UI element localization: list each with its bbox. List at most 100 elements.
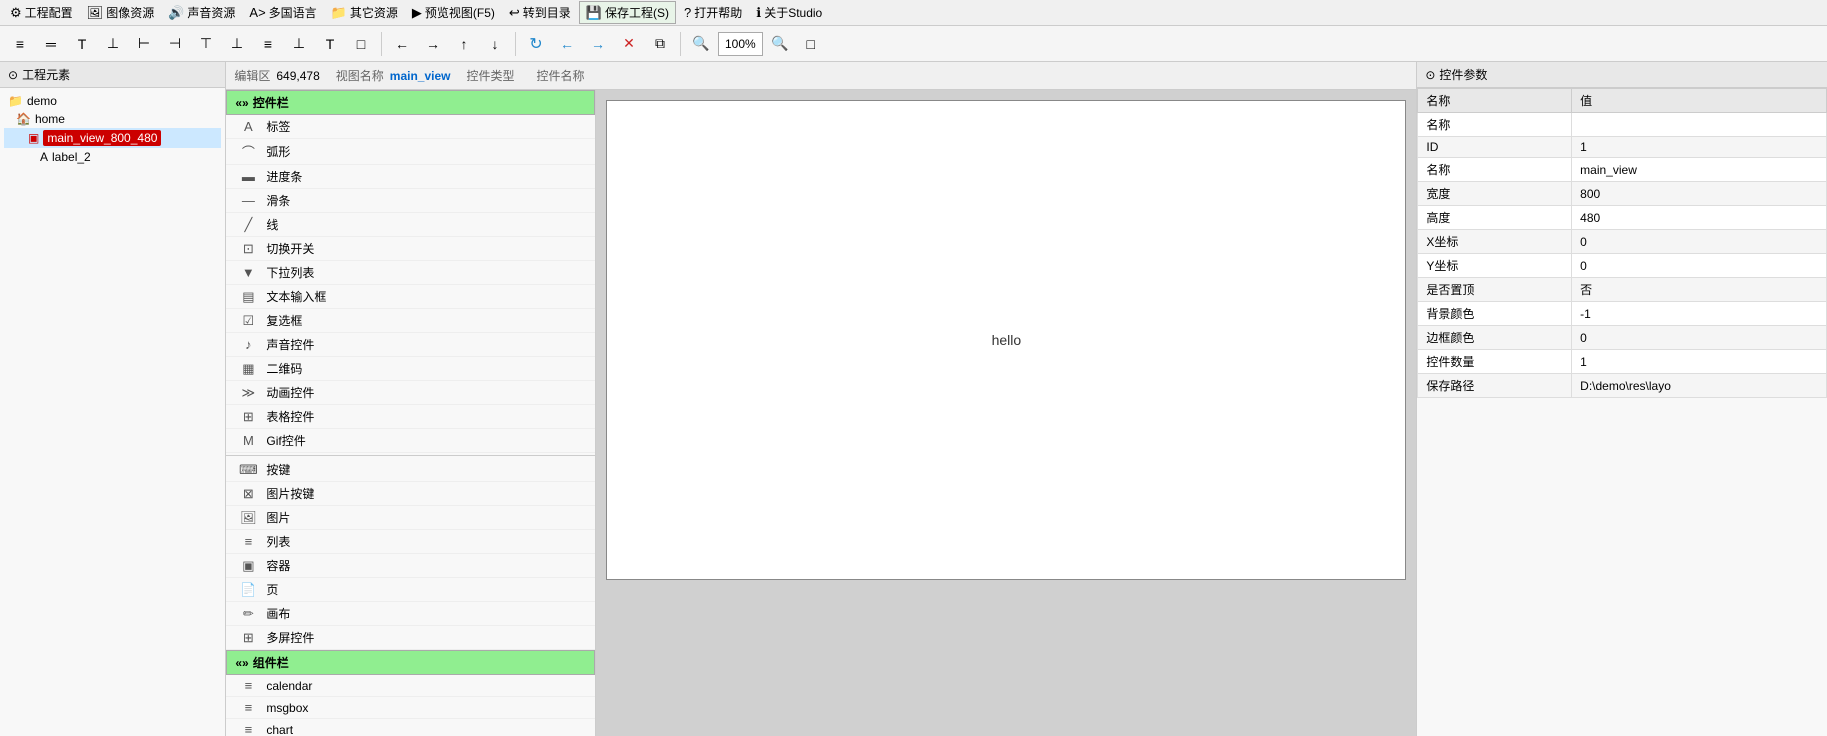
ctrl-table[interactable]: ⊞ 表格控件 bbox=[226, 405, 595, 429]
ctrl-arc[interactable]: ⌒ 弧形 bbox=[226, 139, 595, 165]
prop-value-7[interactable]: 否 bbox=[1572, 278, 1827, 302]
menu-other-resource[interactable]: 📁 其它资源 bbox=[325, 2, 404, 23]
menu-about[interactable]: ℹ 关于Studio bbox=[750, 2, 828, 23]
toolbar-btn-text[interactable]: T bbox=[68, 30, 96, 58]
menu-audio-resource[interactable]: 🔊 声音资源 bbox=[162, 2, 241, 23]
ctrl-button[interactable]: ⌨ 按键 bbox=[226, 458, 595, 482]
toolbar-zoom-percent[interactable]: 100% bbox=[718, 32, 763, 56]
ctrl-slider[interactable]: — 滑条 bbox=[226, 189, 595, 213]
toolbar-btn-hcenter[interactable]: ≡ bbox=[254, 30, 282, 58]
toolbar-btn-left[interactable]: ⊢ bbox=[130, 30, 158, 58]
ctrl-textinput[interactable]: ▤ 文本输入框 bbox=[226, 285, 595, 309]
prop-name-10: 控件数量 bbox=[1418, 350, 1572, 374]
prop-value-2[interactable]: main_view bbox=[1572, 158, 1827, 182]
ctrl-animation[interactable]: ≫ 动画控件 bbox=[226, 381, 595, 405]
menu-preview[interactable]: ▶ 预览视图(F5) bbox=[406, 2, 501, 23]
ctrl-image[interactable]: 🖼 图片 bbox=[226, 506, 595, 530]
menu-goto-toc[interactable]: ↩ 转到目录 bbox=[503, 2, 577, 23]
toolbar-btn-T2[interactable]: T bbox=[316, 30, 344, 58]
comp-calendar[interactable]: ≡ calendar bbox=[226, 675, 595, 697]
toggle-icon: ⊡ bbox=[238, 241, 258, 257]
table-icon: ⊞ bbox=[238, 409, 258, 425]
ctrl-container[interactable]: ▣ 容器 bbox=[226, 554, 595, 578]
prop-row-5: X坐标0 bbox=[1418, 230, 1827, 254]
prop-value-6[interactable]: 0 bbox=[1572, 254, 1827, 278]
toolbar-btn-refresh[interactable]: ↻ bbox=[522, 30, 550, 58]
qrcode-icon: ▦ bbox=[238, 361, 258, 377]
ctrl-canvas[interactable]: ✏ 画布 bbox=[226, 602, 595, 626]
menu-image-resource[interactable]: 🖼 图像资源 bbox=[81, 2, 161, 23]
prop-name-1: ID bbox=[1418, 137, 1572, 158]
toolbar-btn-right[interactable]: ⊣ bbox=[161, 30, 189, 58]
toolbar-btn-box[interactable]: □ bbox=[347, 30, 375, 58]
project-panel-header: ⊙ 工程元素 bbox=[0, 62, 225, 88]
ctrl-dropdown[interactable]: ▼ 下拉列表 bbox=[226, 261, 595, 285]
toolbar-btn-bot2[interactable]: ⊥ bbox=[223, 30, 251, 58]
ctrl-list[interactable]: ≡ 列表 bbox=[226, 530, 595, 554]
line-icon: ╱ bbox=[238, 217, 258, 233]
toolbar-btn-vcenter[interactable]: ⊥ bbox=[285, 30, 313, 58]
tree-item-demo[interactable]: 📁 demo bbox=[4, 92, 221, 110]
multiscreen-icon: ⊞ bbox=[238, 630, 258, 646]
gif-icon: M bbox=[238, 433, 258, 448]
ctrl-qrcode[interactable]: ▦ 二维码 bbox=[226, 357, 595, 381]
toolbar-btn-undo[interactable]: ← bbox=[553, 30, 581, 58]
prop-value-4[interactable]: 480 bbox=[1572, 206, 1827, 230]
toolbar-btn-top[interactable]: ⊤ bbox=[192, 30, 220, 58]
tree-item-home[interactable]: 🏠 home bbox=[4, 110, 221, 128]
center-area: 编辑区 649,478 视图名称 main_view 控件类型 控件名称 bbox=[226, 62, 1416, 736]
comp-chart[interactable]: ≡ chart bbox=[226, 719, 595, 736]
prop-value-3[interactable]: 800 bbox=[1572, 182, 1827, 206]
toolbar-btn-zoom-out[interactable]: 🔍 bbox=[687, 30, 715, 58]
audio-resource-icon: 🔊 bbox=[168, 5, 184, 21]
toolbar-btn-align-center[interactable]: ═ bbox=[37, 30, 65, 58]
prop-value-0[interactable] bbox=[1572, 113, 1827, 137]
ctrl-checkbox[interactable]: ☑ 复选框 bbox=[226, 309, 595, 333]
menu-save[interactable]: 💾 保存工程(S) bbox=[579, 1, 676, 24]
widget-section-header[interactable]: «» 控件栏 bbox=[226, 90, 595, 115]
ctrl-line[interactable]: ╱ 线 bbox=[226, 213, 595, 237]
prop-value-11[interactable]: D:\demo\res\layo bbox=[1572, 374, 1827, 398]
prop-value-10[interactable]: 1 bbox=[1572, 350, 1827, 374]
menu-project-config[interactable]: ⚙ 工程配置 bbox=[4, 2, 79, 23]
prop-value-8[interactable]: -1 bbox=[1572, 302, 1827, 326]
menu-multilang[interactable]: A> 多国语言 bbox=[243, 2, 322, 23]
toolbar-btn-fit[interactable]: □ bbox=[797, 30, 825, 58]
ctrl-multiscreen[interactable]: ⊞ 多屏控件 bbox=[226, 626, 595, 650]
prop-row-9: 边框颜色0 bbox=[1418, 326, 1827, 350]
prop-value-5[interactable]: 0 bbox=[1572, 230, 1827, 254]
ctrl-label[interactable]: A 标签 bbox=[226, 115, 595, 139]
toolbar-sep-3 bbox=[680, 32, 681, 56]
arc-icon: ⌒ bbox=[238, 142, 258, 161]
toolbar-btn-delete[interactable]: ✕ bbox=[615, 30, 643, 58]
ctrl-gif[interactable]: M Gif控件 bbox=[226, 429, 595, 453]
toolbar-btn-arrow-down[interactable]: ↓ bbox=[481, 30, 509, 58]
prop-row-7: 是否置顶否 bbox=[1418, 278, 1827, 302]
ctrl-page[interactable]: 📄 页 bbox=[226, 578, 595, 602]
toolbar-btn-arrow-left[interactable]: ← bbox=[388, 30, 416, 58]
toolbar-btn-bottom[interactable]: ⊥ bbox=[99, 30, 127, 58]
toolbar-btn-arrow-right[interactable]: → bbox=[419, 30, 447, 58]
prop-value-9[interactable]: 0 bbox=[1572, 326, 1827, 350]
tree-item-label2[interactable]: A label_2 bbox=[4, 148, 221, 166]
ctrl-imgbutton[interactable]: ⊠ 图片按键 bbox=[226, 482, 595, 506]
ctrl-toggle[interactable]: ⊡ 切换开关 bbox=[226, 237, 595, 261]
component-section-label: 组件栏 bbox=[253, 654, 289, 671]
project-tree: 📁 demo 🏠 home ▣ main_view_800_480 A labe… bbox=[0, 88, 225, 736]
about-icon: ℹ bbox=[756, 5, 761, 21]
comp-msgbox[interactable]: ≡ msgbox bbox=[226, 697, 595, 719]
toolbar-btn-align-left[interactable]: ≡ bbox=[6, 30, 34, 58]
canvas-hello-text: hello bbox=[992, 332, 1022, 348]
component-section-header[interactable]: «» 组件栏 bbox=[226, 650, 595, 675]
ctrl-progress[interactable]: ▬ 进度条 bbox=[226, 165, 595, 189]
toolbar-btn-zoom-in[interactable]: 🔍 bbox=[766, 30, 794, 58]
goto-toc-icon: ↩ bbox=[509, 5, 520, 21]
ctrl-audio[interactable]: ♪ 声音控件 bbox=[226, 333, 595, 357]
toolbar-btn-copy[interactable]: ⧉ bbox=[646, 30, 674, 58]
toolbar-btn-redo[interactable]: → bbox=[584, 30, 612, 58]
prop-value-1[interactable]: 1 bbox=[1572, 137, 1827, 158]
tree-item-main-view[interactable]: ▣ main_view_800_480 bbox=[4, 128, 221, 148]
prop-name-0: 名称 bbox=[1418, 113, 1572, 137]
menu-help[interactable]: ? 打开帮助 bbox=[678, 2, 748, 23]
toolbar-btn-arrow-up[interactable]: ↑ bbox=[450, 30, 478, 58]
